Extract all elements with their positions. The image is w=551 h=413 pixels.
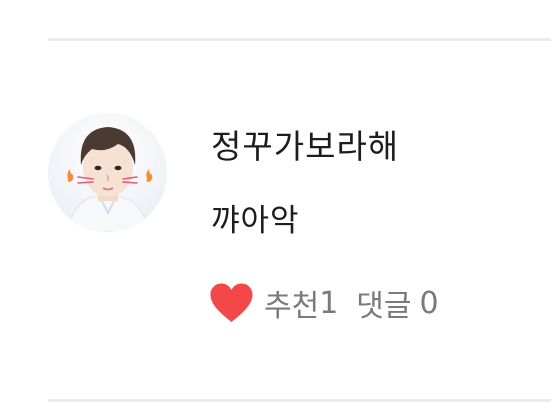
post-author[interactable]: 정꾸가보라해	[211, 120, 399, 168]
bottom-divider	[48, 399, 551, 402]
profile-avatar[interactable]	[48, 113, 167, 232]
comment-count: 0	[419, 285, 439, 321]
post-text: 꺄아악	[211, 203, 300, 239]
avatar-image	[67, 127, 153, 232]
recommend-label: 추천	[264, 289, 320, 324]
comment-label[interactable]: 댓글	[356, 281, 411, 325]
heart-icon[interactable]	[209, 282, 254, 324]
recommend-count: 1	[319, 285, 339, 321]
top-divider	[48, 38, 551, 41]
post-meta: 추천 1 댓글 0	[209, 281, 439, 325]
